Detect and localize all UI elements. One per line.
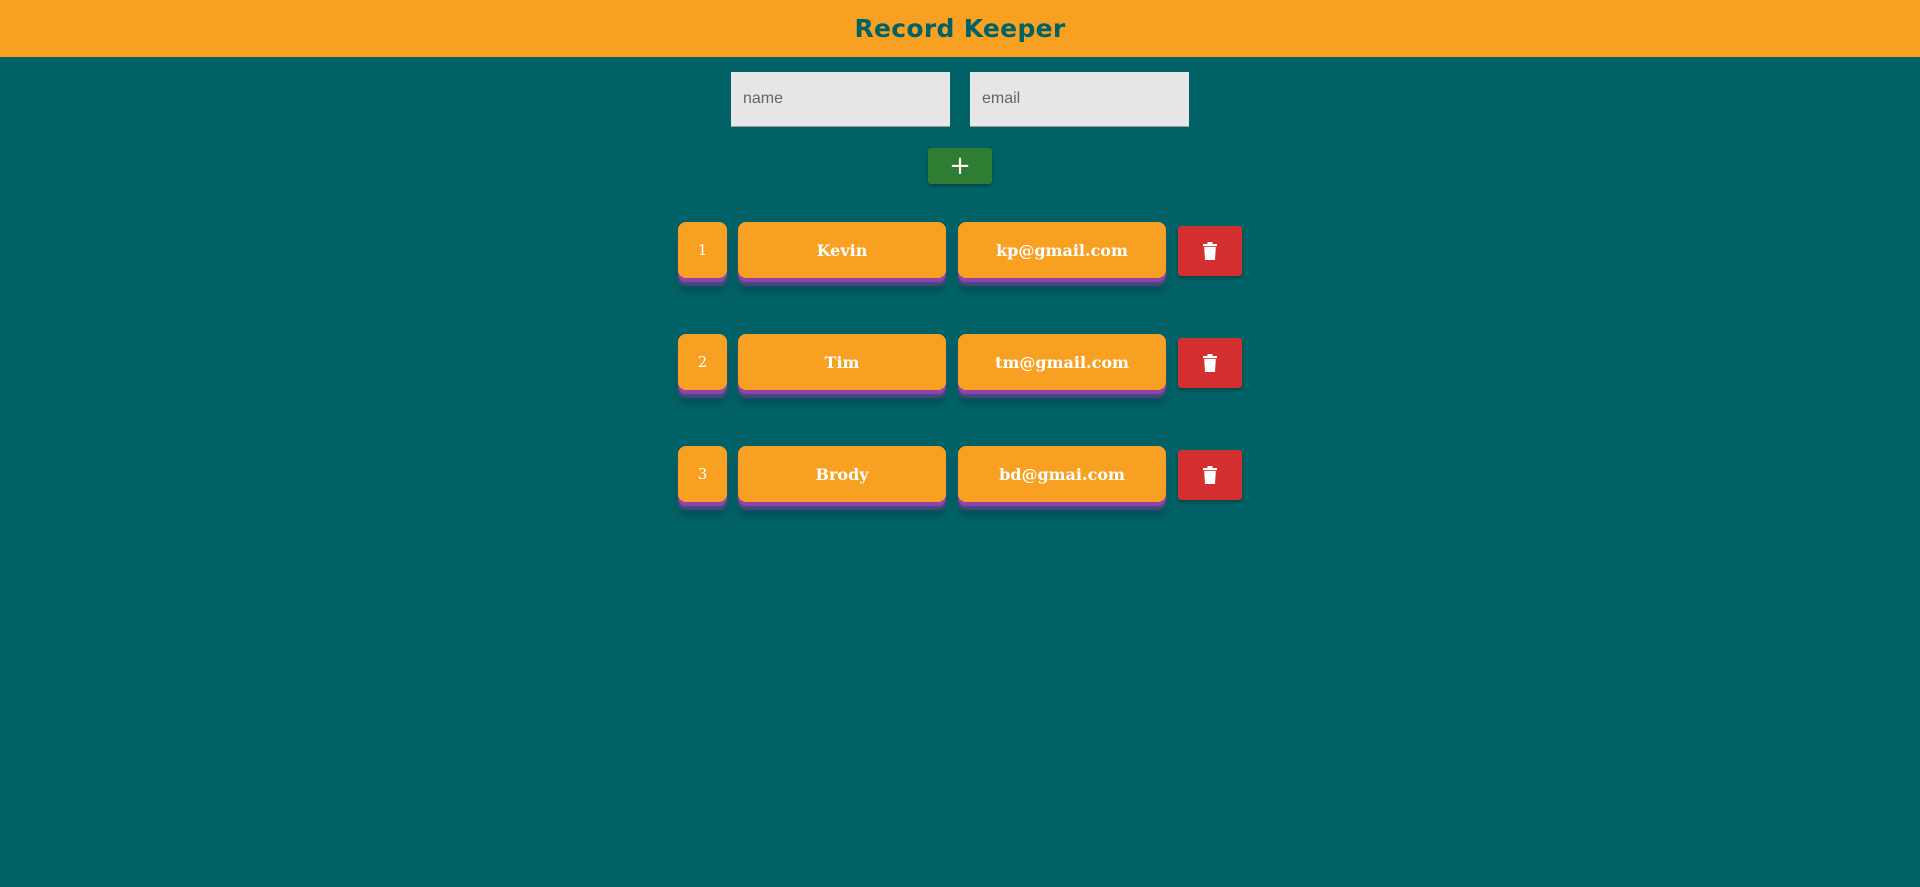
trash-icon xyxy=(1203,354,1217,372)
delete-record-button[interactable] xyxy=(1178,450,1242,500)
record-row: 2 Tim tm@gmail.com xyxy=(0,334,1920,394)
record-email: tm@gmail.com xyxy=(958,334,1166,390)
add-record-button[interactable]: + xyxy=(928,148,992,184)
record-email: kp@gmail.com xyxy=(958,222,1166,278)
record-name: Kevin xyxy=(738,222,946,278)
delete-record-button[interactable] xyxy=(1178,226,1242,276)
record-name: Brody xyxy=(738,446,946,502)
delete-record-button[interactable] xyxy=(1178,338,1242,388)
record-row: 1 Kevin kp@gmail.com xyxy=(0,222,1920,282)
record-id: 2 xyxy=(678,334,727,390)
name-input[interactable] xyxy=(731,72,950,127)
record-id: 3 xyxy=(678,446,727,502)
plus-icon: + xyxy=(949,151,971,181)
page-title: Record Keeper xyxy=(854,14,1066,43)
record-id: 1 xyxy=(678,222,727,278)
trash-icon xyxy=(1203,466,1217,484)
record-row: 3 Brody bd@gmai.com xyxy=(0,446,1920,506)
record-email: bd@gmai.com xyxy=(958,446,1166,502)
email-input[interactable] xyxy=(970,72,1189,127)
record-name: Tim xyxy=(738,334,946,390)
trash-icon xyxy=(1203,242,1217,260)
app-header: Record Keeper xyxy=(0,0,1920,57)
